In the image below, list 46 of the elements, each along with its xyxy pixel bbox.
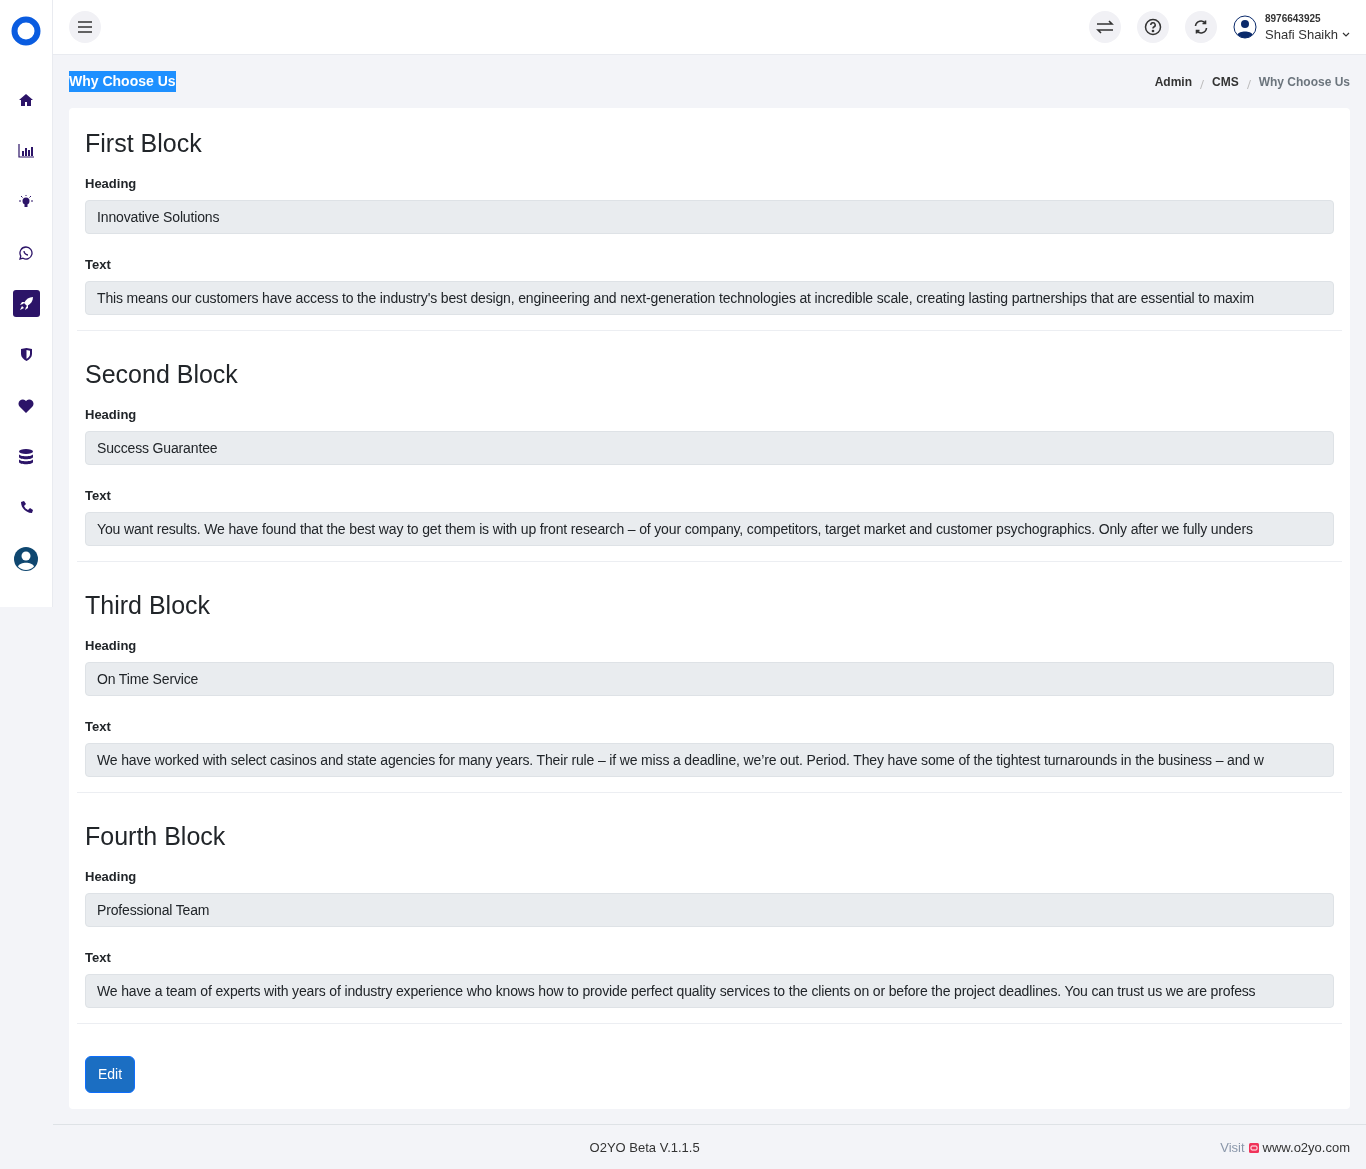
input-field[interactable]: You want results. We have found that the best way to get them is with up front research – of your company, competitors, target market and customer psychographics. Only after we fully unders <box>85 512 1334 546</box>
field-label: Text <box>85 488 112 504</box>
input-field[interactable]: On Time Service <box>85 662 1334 696</box>
menu-button[interactable] <box>69 11 101 43</box>
user-menu[interactable]: 8976643925 Shafi Shaikh <box>1233 13 1350 41</box>
help-icon <box>1144 18 1162 36</box>
field-label: Text <box>85 950 112 966</box>
block-title: Fourth Block <box>85 821 227 851</box>
swap-arrows-icon <box>1096 19 1114 35</box>
menu-icon <box>78 21 92 33</box>
logo-icon <box>11 16 41 46</box>
user-name: Shafi Shaikh <box>1265 27 1338 41</box>
field-label: Heading <box>85 869 138 885</box>
input-field[interactable]: Innovative Solutions <box>85 200 1334 234</box>
avatar-icon <box>1233 15 1257 39</box>
help-button[interactable] <box>1137 11 1169 43</box>
breadcrumb-item[interactable]: Admin <box>1154 72 1192 91</box>
input-field[interactable]: Professional Team <box>85 893 1334 927</box>
caret-icon <box>1342 31 1350 37</box>
breadcrumb-item[interactable]: CMS <box>1212 72 1239 91</box>
field-label: Text <box>85 719 112 735</box>
input-field[interactable]: We have worked with select casinos and state agencies for many years. Their rule – if we miss a deadline, we’re out. Period. They have some of the tightest turnarounds in the business – and w <box>85 743 1334 777</box>
input-field[interactable]: Success Guarantee <box>85 431 1334 465</box>
block-title: First Block <box>85 128 203 158</box>
rocket-icon[interactable] <box>12 290 40 317</box>
field-label: Heading <box>85 176 138 192</box>
field-label: Text <box>85 257 112 273</box>
refresh-icon <box>1193 19 1209 35</box>
user-phone: 8976643925 <box>1265 13 1322 24</box>
swap-button[interactable] <box>1089 11 1121 43</box>
slash-icon <box>1200 79 1204 89</box>
website-link[interactable]: www.o2yo.com <box>1262 1137 1350 1158</box>
breadcrumb-item: Why Choose Us <box>1258 73 1350 91</box>
user-icon[interactable] <box>12 545 40 572</box>
input-field[interactable]: We have a team of experts with years of industry experience who knows how to provide perfect quality services to the clients on or before the project deadlines. You can trust us we are profess <box>85 974 1334 1008</box>
version-text: O2YO Beta V.1.1.5 <box>589 1138 700 1157</box>
field-label: Heading <box>85 638 138 654</box>
block-title: Second Block <box>85 359 239 389</box>
page-title: Why Choose Us <box>69 71 176 92</box>
field-label: Heading <box>85 407 138 423</box>
block-title: Third Block <box>85 590 212 620</box>
visit-label: Visit <box>1220 1138 1245 1157</box>
refresh-button[interactable] <box>1185 11 1217 43</box>
input-field[interactable]: This means our customers have access to the industry's best design, engineering and next-generation technologies at incredible scale, creating lasting partnerships that are essential to maxim <box>85 281 1334 315</box>
slash-icon <box>1246 79 1251 89</box>
edit-button[interactable]: Edit <box>85 1056 136 1093</box>
